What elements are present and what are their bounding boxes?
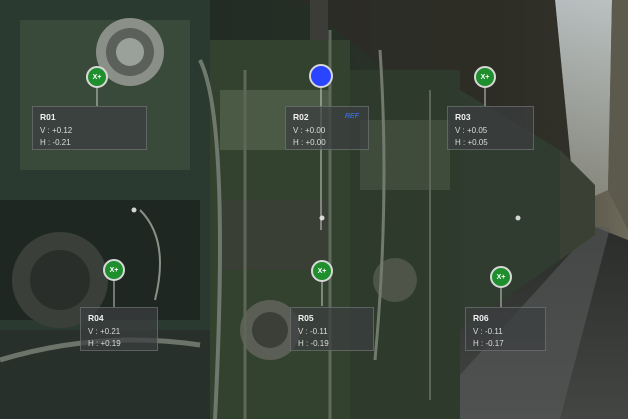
horizontal-offset: H : +0.05: [455, 138, 488, 147]
reference-marker-r02[interactable]: [309, 64, 333, 88]
measurement-label-r06[interactable]: R06 V : -0.11 H : -0.17: [465, 307, 546, 351]
vertical-offset: V : +0.21: [88, 327, 121, 336]
vertical-offset: V : +0.00: [293, 126, 326, 135]
vertical-offset: V : +0.05: [455, 126, 488, 135]
add-marker-label: X+: [317, 267, 327, 275]
add-marker-r01[interactable]: X+: [86, 66, 108, 88]
machinery-hall-photo: [0, 0, 628, 419]
add-marker-label: X+: [496, 273, 506, 281]
measurement-label-r01[interactable]: R01 V : +0.12 H : -0.21: [32, 106, 147, 150]
measurement-label-r04[interactable]: R04 V : +0.21 H : +0.19: [80, 307, 158, 351]
point-id: R05: [298, 313, 314, 323]
measurement-label-r03[interactable]: R03 V : +0.05 H : +0.05: [447, 106, 534, 150]
vertical-offset: V : +0.12: [40, 126, 73, 135]
point-id: R04: [88, 313, 104, 323]
add-marker-r04[interactable]: X+: [103, 259, 125, 281]
add-marker-r05[interactable]: X+: [311, 260, 333, 282]
add-marker-label: X+: [480, 73, 490, 81]
vertical-offset: V : -0.11: [473, 327, 503, 336]
add-marker-r03[interactable]: X+: [474, 66, 496, 88]
point-id: R06: [473, 313, 489, 323]
horizontal-offset: H : +0.19: [88, 339, 121, 348]
horizontal-offset: H : +0.00: [293, 138, 326, 147]
point-id: R01: [40, 112, 56, 122]
horizontal-offset: H : -0.17: [473, 339, 504, 348]
horizontal-offset: H : -0.19: [298, 339, 329, 348]
horizontal-offset: H : -0.21: [40, 138, 71, 147]
point-id: R03: [455, 112, 471, 122]
add-marker-label: X+: [92, 73, 102, 81]
add-marker-r06[interactable]: X+: [490, 266, 512, 288]
add-marker-label: X+: [109, 266, 119, 274]
measurement-label-r05[interactable]: R05 V : -0.11 H : -0.19: [290, 307, 374, 351]
measurement-label-r02[interactable]: R02 REF V : +0.00 H : +0.00: [285, 106, 369, 150]
reference-tag: REF: [345, 113, 359, 120]
vertical-offset: V : -0.11: [298, 327, 328, 336]
